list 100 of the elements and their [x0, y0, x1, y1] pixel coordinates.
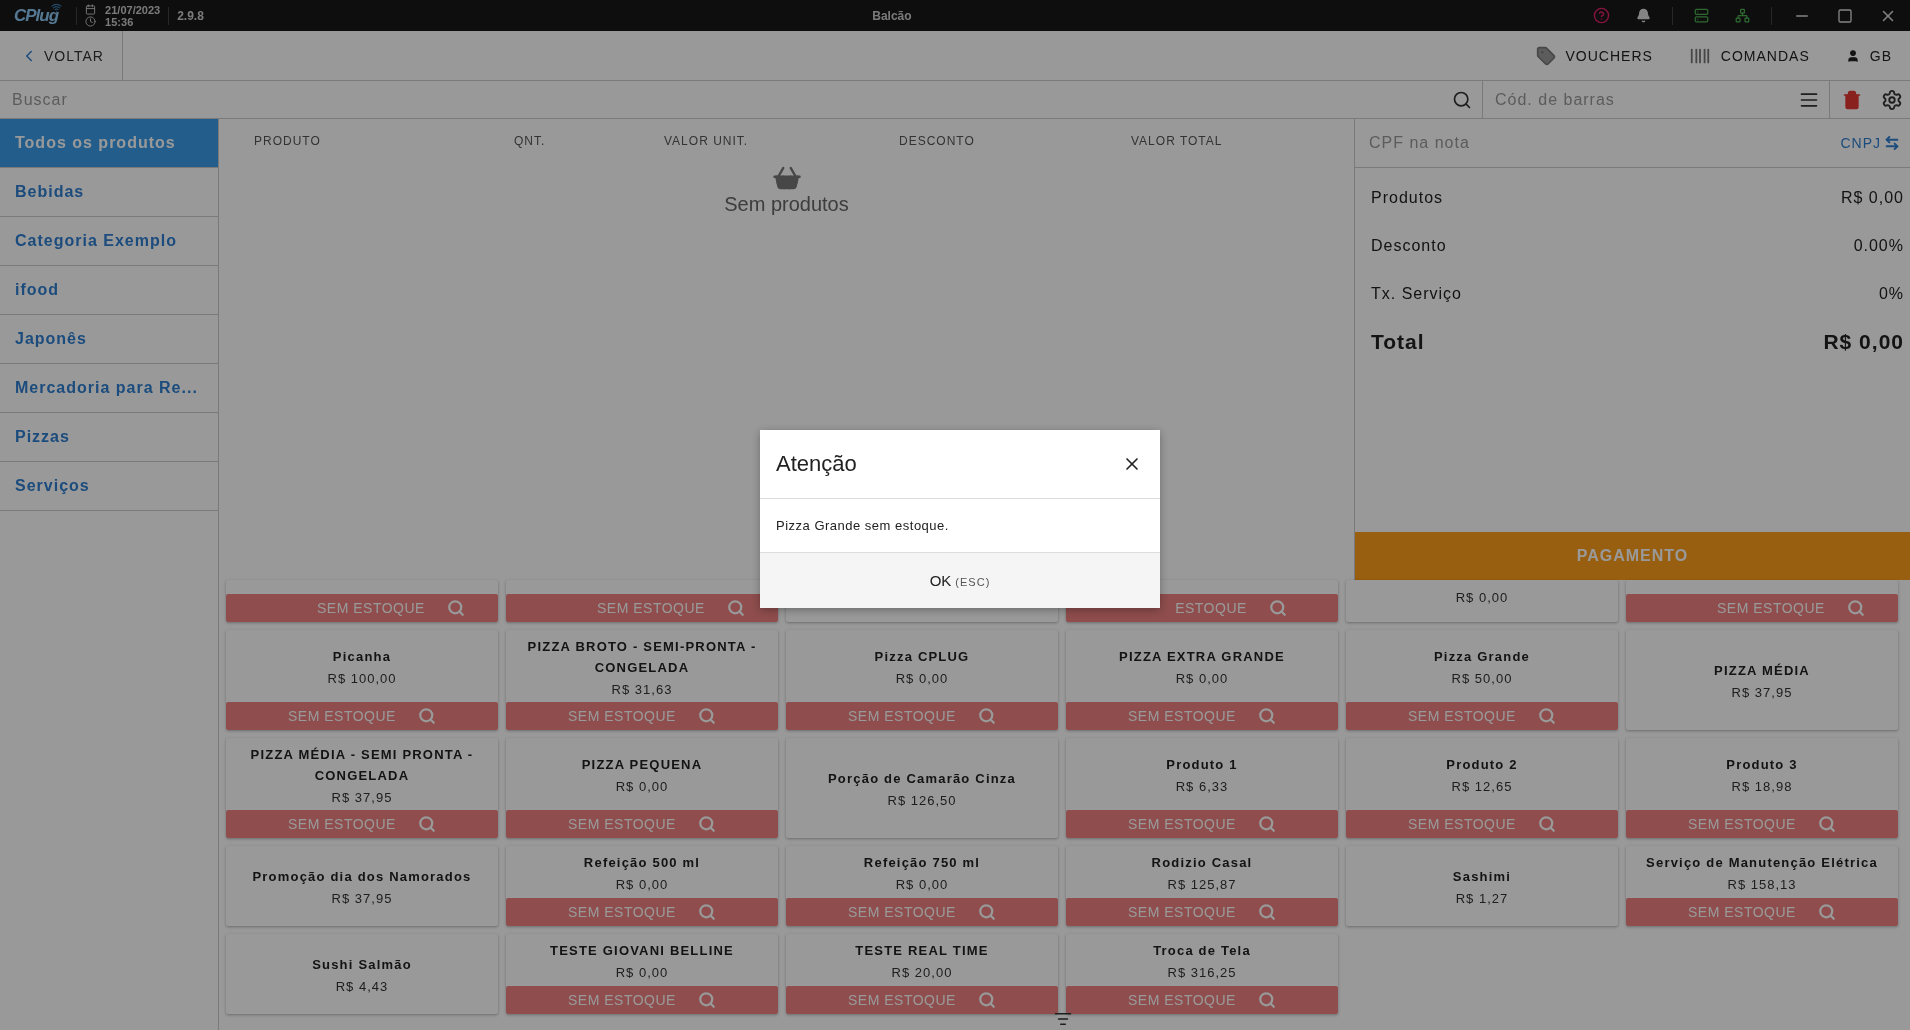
search-icon — [1257, 707, 1276, 725]
product-price: R$ 37,95 — [1731, 685, 1793, 700]
out-of-stock-button[interactable]: SEM ESTOQUE — [1066, 702, 1338, 730]
search-icon — [1257, 991, 1276, 1009]
clock-icon — [85, 16, 97, 27]
bell-icon[interactable] — [1636, 8, 1651, 23]
settings-icon[interactable] — [1881, 88, 1903, 111]
product-card[interactable]: PIZZA BROTO - SEMI-PRONTA - CONGELADA R$ 31,63 SEM ESTOQUE — [506, 630, 778, 730]
out-of-stock-button[interactable]: SEM ESTOQUE — [1626, 898, 1898, 926]
product-card[interactable]: Sushi Salmão R$ 4,43 — [226, 934, 498, 1014]
product-card[interactable]: Pizza Grande R$ 50,00 SEM ESTOQUE — [1346, 630, 1618, 730]
out-of-stock-button[interactable]: SEM ESTOQUE — [506, 702, 778, 730]
summary-label: Desconto — [1371, 237, 1447, 255]
out-of-stock-button[interactable]: SEM ESTOQUE — [786, 702, 1058, 730]
out-of-stock-button[interactable]: SEM ESTOQUE — [1346, 810, 1618, 838]
out-of-stock-button[interactable]: SEM ESTOQUE — [1626, 594, 1898, 622]
search-icon — [1452, 89, 1472, 110]
product-card[interactable]: PIZZA EXTRA GRANDE R$ 0,00 SEM ESTOQUE — [1066, 630, 1338, 730]
product-name: Produto 3 — [1726, 756, 1798, 774]
product-price: R$ 0,00 — [615, 877, 669, 892]
out-of-stock-button[interactable]: SEM ESTOQUE — [786, 986, 1058, 1014]
out-of-stock-button[interactable]: SEM ESTOQUE — [506, 810, 778, 838]
cnpj-toggle[interactable]: CNPJ — [1834, 134, 1906, 152]
product-card[interactable]: TESTE REAL TIME R$ 20,00 SEM ESTOQUE — [786, 934, 1058, 1014]
search-icon — [1537, 707, 1556, 725]
user-button[interactable]: GB — [1827, 31, 1910, 80]
product-price: R$ 37,95 — [331, 789, 393, 805]
back-button[interactable]: VOLTAR — [0, 31, 123, 80]
date-text: 21/07/2023 — [105, 3, 161, 16]
category-item[interactable]: Todos os produtos — [0, 119, 218, 168]
product-name: Refeição 750 ml — [863, 854, 981, 872]
product-price: R$ 0,00 — [895, 671, 949, 686]
product-price: R$ 126,50 — [887, 793, 957, 808]
out-of-stock-button[interactable]: SEM ESTOQUE — [1066, 986, 1338, 1014]
trash-icon[interactable] — [1842, 89, 1862, 110]
product-card[interactable]: PIZZA PEQUENA R$ 0,00 SEM ESTOQUE — [506, 738, 778, 838]
product-card[interactable]: Troca de Tela R$ 316,25 SEM ESTOQUE — [1066, 934, 1338, 1014]
toolbar-button[interactable]: COMANDAS — [1670, 31, 1828, 80]
product-card[interactable]: Produto 3 R$ 18,98 SEM ESTOQUE — [1626, 738, 1898, 838]
product-card[interactable]: R$ 0,00 — [1346, 580, 1618, 622]
out-of-stock-button[interactable]: SEM ESTOQUE — [506, 594, 778, 622]
product-name: Pizza CPLUG — [874, 648, 970, 666]
barcode-field[interactable]: Cód. de barras — [1493, 89, 1799, 110]
product-card[interactable]: Refeição 500 ml R$ 0,00 SEM ESTOQUE — [506, 846, 778, 926]
product-name: Promoção dia dos Namorados — [252, 868, 472, 886]
search-icon — [726, 599, 745, 617]
out-of-stock-button[interactable]: SEM ESTOQUE — [226, 810, 498, 838]
out-of-stock-button[interactable]: SEM ESTOQUE — [226, 702, 498, 730]
out-of-stock-button[interactable]: SEM ESTOQUE — [506, 986, 778, 1014]
server-icon[interactable] — [1694, 8, 1709, 23]
product-price: R$ 0,00 — [1175, 671, 1229, 686]
product-card[interactable]: SEM ESTOQUE — [506, 580, 778, 622]
product-name: TESTE REAL TIME — [855, 942, 989, 960]
help-icon[interactable] — [1593, 7, 1610, 24]
product-card[interactable]: Rodizio Casal R$ 125,87 SEM ESTOQUE — [1066, 846, 1338, 926]
app-logo: CPlug — [14, 5, 59, 26]
network-icon[interactable] — [1735, 8, 1750, 23]
product-price: R$ 125,87 — [1167, 877, 1237, 892]
payment-button[interactable]: PAGAMENTO — [1355, 532, 1910, 580]
product-card[interactable]: Refeição 750 ml R$ 0,00 SEM ESTOQUE — [786, 846, 1058, 926]
product-card[interactable]: SEM ESTOQUE — [1626, 580, 1898, 622]
search-icon — [977, 991, 996, 1009]
out-of-stock-button[interactable]: SEM ESTOQUE — [1066, 810, 1338, 838]
product-card[interactable]: PIZZA MÉDIA R$ 37,95 — [1626, 630, 1898, 730]
column-header: QNT. — [514, 134, 547, 148]
product-name: Rodizio Casal — [1151, 854, 1253, 872]
out-of-stock-button[interactable]: SEM ESTOQUE — [506, 898, 778, 926]
product-price: R$ 0,00 — [895, 877, 949, 892]
filter-button[interactable] — [1054, 1010, 1072, 1028]
product-name: PIZZA BROTO - SEMI-PRONTA - CONGELADA — [526, 637, 758, 677]
ok-button[interactable]: OK (ESC) — [923, 571, 997, 590]
out-of-stock-button[interactable]: SEM ESTOQUE — [1626, 810, 1898, 838]
out-of-stock-button[interactable]: SEM ESTOQUE — [226, 594, 498, 622]
window-title: Balcão — [871, 8, 913, 23]
out-of-stock-button[interactable]: SEM ESTOQUE — [1346, 702, 1618, 730]
out-of-stock-button[interactable]: SEM ESTOQUE — [786, 898, 1058, 926]
product-card[interactable]: SEM ESTOQUE — [226, 580, 498, 622]
maximize-icon[interactable] — [1837, 7, 1853, 24]
product-card[interactable]: Serviço de Manutenção Elétrica R$ 158,13 SEM ESTOQUE — [1626, 846, 1898, 926]
product-card[interactable]: Picanha R$ 100,00 SEM ESTOQUE — [226, 630, 498, 730]
product-card[interactable]: Produto 1 R$ 6,33 SEM ESTOQUE — [1066, 738, 1338, 838]
product-card[interactable]: Sashimi R$ 1,27 — [1346, 846, 1618, 926]
product-card[interactable]: Promoção dia dos Namorados R$ 37,95 — [226, 846, 498, 926]
product-name: Troca de Tela — [1153, 942, 1251, 960]
version-text: 2.9.8 — [177, 8, 204, 23]
product-card[interactable]: Produto 2 R$ 12,65 SEM ESTOQUE — [1346, 738, 1618, 838]
product-card[interactable]: PIZZA MÉDIA - SEMI PRONTA - CONGELADA R$ 37,95 SEM ESTOQUE — [226, 738, 498, 838]
product-card[interactable]: Porção de Camarão Cinza R$ 126,50 — [786, 738, 1058, 838]
cpf-field[interactable]: CPF na nota — [1367, 133, 1835, 153]
out-of-stock-button[interactable]: SEM ESTOQUE — [1066, 898, 1338, 926]
product-card[interactable]: Pizza CPLUG R$ 0,00 SEM ESTOQUE — [786, 630, 1058, 730]
search-icon — [697, 707, 716, 725]
search-field[interactable]: Buscar — [10, 89, 1452, 110]
search-icon — [697, 815, 716, 833]
toolbar-button[interactable]: VOUCHERS — [1517, 31, 1671, 80]
product-price: R$ 0,00 — [615, 965, 669, 980]
product-price: R$ 100,00 — [327, 671, 397, 686]
product-card[interactable]: TESTE GIOVANI BELLINE R$ 0,00 SEM ESTOQUE — [506, 934, 778, 1014]
product-price: R$ 0,00 — [1455, 590, 1509, 605]
product-price: R$ 0,00 — [615, 779, 669, 794]
